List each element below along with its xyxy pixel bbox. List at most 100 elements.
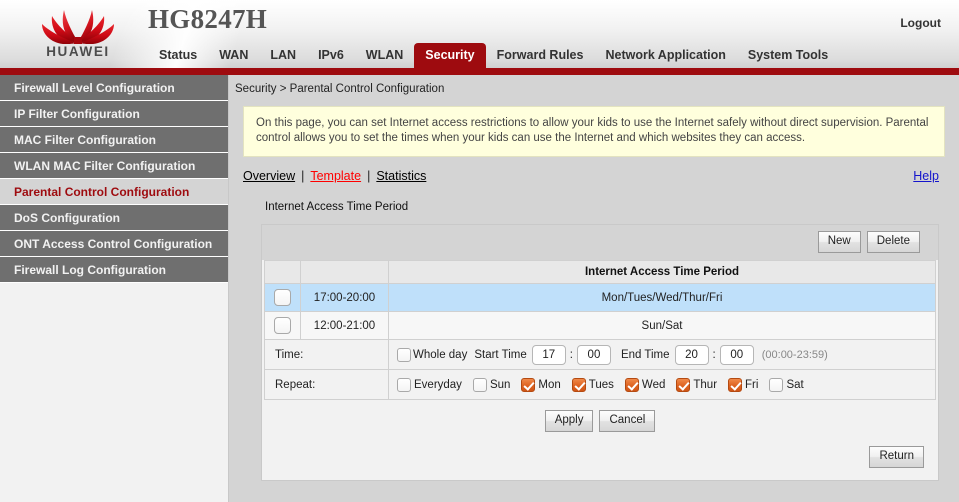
table-row[interactable]: 12:00-21:00 Sun/Sat — [264, 311, 936, 340]
end-hour-input[interactable]: 20 — [674, 344, 709, 365]
time-form-fields: Whole day Start Time 17 : 00 End Time 20… — [388, 339, 936, 370]
delete-button[interactable]: Delete — [866, 231, 920, 253]
nav-item-wlan[interactable]: WLAN — [355, 43, 415, 68]
page-header: HUAWEI HG8247H Logout Status WAN LAN IPv… — [0, 0, 959, 68]
info-message-box: On this page, you can set Internet acces… — [243, 106, 945, 157]
tues-label: Tues — [588, 378, 614, 391]
time-period-table: Internet Access Time Period 17:00-20:00 … — [264, 260, 936, 400]
start-minute-input[interactable]: 00 — [576, 344, 611, 365]
tab-template[interactable]: Template — [310, 169, 361, 183]
table-toolbar: New Delete — [262, 225, 938, 260]
nav-item-lan[interactable]: LAN — [259, 43, 307, 68]
cancel-button[interactable]: Cancel — [599, 410, 656, 432]
sidebar-item-firewall-level[interactable]: Firewall Level Configuration — [0, 75, 228, 101]
section-title: Internet Access Time Period — [265, 201, 409, 213]
tab-overview[interactable]: Overview — [243, 169, 295, 183]
repeat-form-fields: Everyday Sun Mon Tues Wed Thur Fri Sat — [388, 369, 936, 400]
table-row[interactable]: 17:00-20:00 Mon/Tues/Wed/Thur/Fri — [264, 283, 936, 312]
apply-button[interactable]: Apply — [544, 410, 594, 432]
sidebar-item-parental-control[interactable]: Parental Control Configuration — [0, 179, 228, 205]
table-head: Internet Access Time Period — [264, 260, 936, 284]
return-row: Return — [262, 442, 938, 480]
whole-day-checkbox[interactable] — [397, 347, 411, 362]
repeat-day-mon[interactable]: Mon — [521, 377, 561, 392]
nav-item-forward-rules[interactable]: Forward Rules — [486, 43, 595, 68]
mon-label: Mon — [538, 378, 561, 391]
header-select-column — [264, 260, 301, 284]
tab-statistics[interactable]: Statistics — [376, 169, 426, 183]
nav-item-security[interactable]: Security — [414, 43, 486, 68]
header-accent-bar — [0, 68, 959, 75]
row-time-cell: 17:00-20:00 — [300, 283, 389, 312]
wed-label: Wed — [641, 378, 666, 391]
thur-checkbox[interactable] — [676, 377, 691, 392]
sun-checkbox[interactable] — [472, 377, 487, 392]
end-time-label: End Time — [620, 348, 670, 361]
start-time-label: Start Time — [474, 348, 527, 361]
end-minute-input[interactable]: 00 — [719, 344, 754, 365]
start-time-colon: : — [569, 348, 573, 361]
breadcrumb: Security > Parental Control Configuratio… — [235, 83, 445, 95]
page-body: Firewall Level Configuration IP Filter C… — [0, 75, 959, 502]
row-select-cell — [264, 283, 301, 312]
sun-label: Sun — [489, 378, 511, 391]
wed-checkbox[interactable] — [624, 377, 639, 392]
fri-label: Fri — [745, 378, 759, 391]
repeat-day-sat[interactable]: Sat — [769, 377, 804, 392]
help-link[interactable]: Help — [913, 169, 939, 183]
main-navigation: Status WAN LAN IPv6 WLAN Security Forwar… — [148, 42, 839, 68]
row-checkbox[interactable] — [274, 289, 291, 306]
content-area: Security > Parental Control Configuratio… — [229, 75, 959, 502]
sidebar-filler — [0, 283, 228, 495]
tues-checkbox[interactable] — [571, 377, 586, 392]
repeat-day-sun[interactable]: Sun — [472, 377, 511, 392]
whole-day-label: Whole day — [413, 348, 468, 361]
router-config-page: HUAWEI HG8247H Logout Status WAN LAN IPv… — [0, 0, 959, 502]
repeat-day-everyday[interactable]: Everyday — [397, 377, 462, 392]
start-hour-input[interactable]: 17 — [531, 344, 566, 365]
end-time-colon: : — [712, 348, 716, 361]
time-period-panel: New Delete Internet Access Time Period 1… — [261, 224, 939, 481]
nav-item-status[interactable]: Status — [148, 43, 208, 68]
nav-item-wan[interactable]: WAN — [208, 43, 259, 68]
sidebar-item-ont-access-control[interactable]: ONT Access Control Configuration — [0, 231, 228, 257]
nav-item-system-tools[interactable]: System Tools — [737, 43, 839, 68]
repeat-form-label: Repeat: — [264, 369, 389, 400]
new-button[interactable]: New — [817, 231, 861, 253]
sidebar-item-ip-filter[interactable]: IP Filter Configuration — [0, 101, 228, 127]
fri-checkbox[interactable] — [728, 377, 743, 392]
return-button[interactable]: Return — [869, 446, 924, 468]
time-range-hint: (00:00-23:59) — [761, 348, 828, 361]
form-actions: Apply Cancel — [262, 400, 938, 442]
nav-item-network-application[interactable]: Network Application — [594, 43, 736, 68]
sub-tab-row: Overview | Template | Statistics Help — [243, 169, 959, 183]
sidebar: Firewall Level Configuration IP Filter C… — [0, 75, 229, 502]
thur-label: Thur — [693, 378, 718, 391]
repeat-day-tues[interactable]: Tues — [571, 377, 614, 392]
sat-label: Sat — [786, 378, 804, 391]
huawei-flower-logo-icon — [42, 10, 114, 44]
everyday-label: Everyday — [414, 378, 462, 391]
row-period-cell: Mon/Tues/Wed/Thur/Fri — [388, 283, 936, 312]
nav-item-ipv6[interactable]: IPv6 — [307, 43, 355, 68]
time-form-label: Time: — [264, 339, 389, 370]
mon-checkbox[interactable] — [521, 377, 536, 392]
huawei-logo: HUAWEI — [18, 2, 138, 64]
repeat-day-thur[interactable]: Thur — [676, 377, 718, 392]
everyday-checkbox[interactable] — [397, 377, 411, 392]
header-time-column — [300, 260, 389, 284]
row-checkbox[interactable] — [274, 317, 291, 334]
tab-separator-1: | — [301, 169, 305, 183]
sidebar-item-wlan-mac-filter[interactable]: WLAN MAC Filter Configuration — [0, 153, 228, 179]
sat-checkbox[interactable] — [769, 377, 784, 392]
time-form-row: Time: Whole day Start Time 17 : 00 End T… — [264, 339, 936, 370]
repeat-day-wed[interactable]: Wed — [624, 377, 666, 392]
sidebar-item-dos[interactable]: DoS Configuration — [0, 205, 228, 231]
repeat-day-fri[interactable]: Fri — [728, 377, 759, 392]
logout-link[interactable]: Logout — [900, 16, 941, 30]
table-header-row: Internet Access Time Period — [264, 260, 936, 284]
sidebar-item-firewall-log[interactable]: Firewall Log Configuration — [0, 257, 228, 283]
sidebar-item-mac-filter[interactable]: MAC Filter Configuration — [0, 127, 228, 153]
row-select-cell — [264, 311, 301, 340]
row-period-cell: Sun/Sat — [388, 311, 936, 340]
